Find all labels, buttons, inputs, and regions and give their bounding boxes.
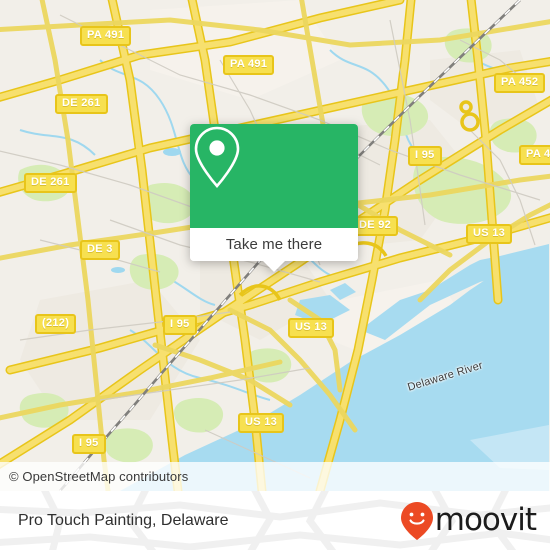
road-shield: PA 491 <box>80 26 132 46</box>
popup-pointer-tail <box>263 261 285 272</box>
moovit-brand[interactable]: moovit <box>400 501 537 541</box>
take-me-there-label: Take me there <box>225 236 323 253</box>
road-shield: I 95 <box>72 434 106 454</box>
road-shield: I 95 <box>163 315 197 335</box>
road-shield: DE 3 <box>80 240 120 260</box>
road-shield: DE 261 <box>24 173 77 193</box>
road-shield: (212) <box>35 314 77 334</box>
road-shield: I 95 <box>408 146 442 166</box>
moovit-pin-icon <box>400 501 433 540</box>
place-popup-card[interactable]: Take me there <box>190 124 358 272</box>
popup-body: Take me there <box>190 124 358 261</box>
osm-attribution-text: © OpenStreetMap contributors <box>9 469 189 484</box>
take-me-there-button[interactable]: Take me there <box>190 228 358 261</box>
road-shield: US 13 <box>288 318 335 338</box>
popup-header <box>190 124 358 228</box>
road-shield: PA 491 <box>223 55 275 75</box>
footer-bar: Pro Touch Painting, Delaware moovit <box>0 491 550 550</box>
map-canvas[interactable]: Delaware River PA 491 PA 491 PA 452 DE 261 I… <box>0 0 550 491</box>
road-shield: PA 452 <box>494 73 546 93</box>
moovit-wordmark: moovit <box>434 502 537 538</box>
moovit-place-card: Delaware River PA 491 PA 491 PA 452 DE 261 I… <box>0 0 550 550</box>
map-attribution-bar: © OpenStreetMap contributors <box>0 462 550 491</box>
place-title: Pro Touch Painting, Delaware <box>18 511 229 529</box>
road-shield: US 13 <box>238 413 285 433</box>
map-pin-icon <box>194 126 240 188</box>
road-shield: DE 261 <box>55 94 108 114</box>
road-shield: US 13 <box>466 224 513 244</box>
road-shield: PA 45 <box>519 145 550 165</box>
road-shield: DE 92 <box>352 216 399 236</box>
